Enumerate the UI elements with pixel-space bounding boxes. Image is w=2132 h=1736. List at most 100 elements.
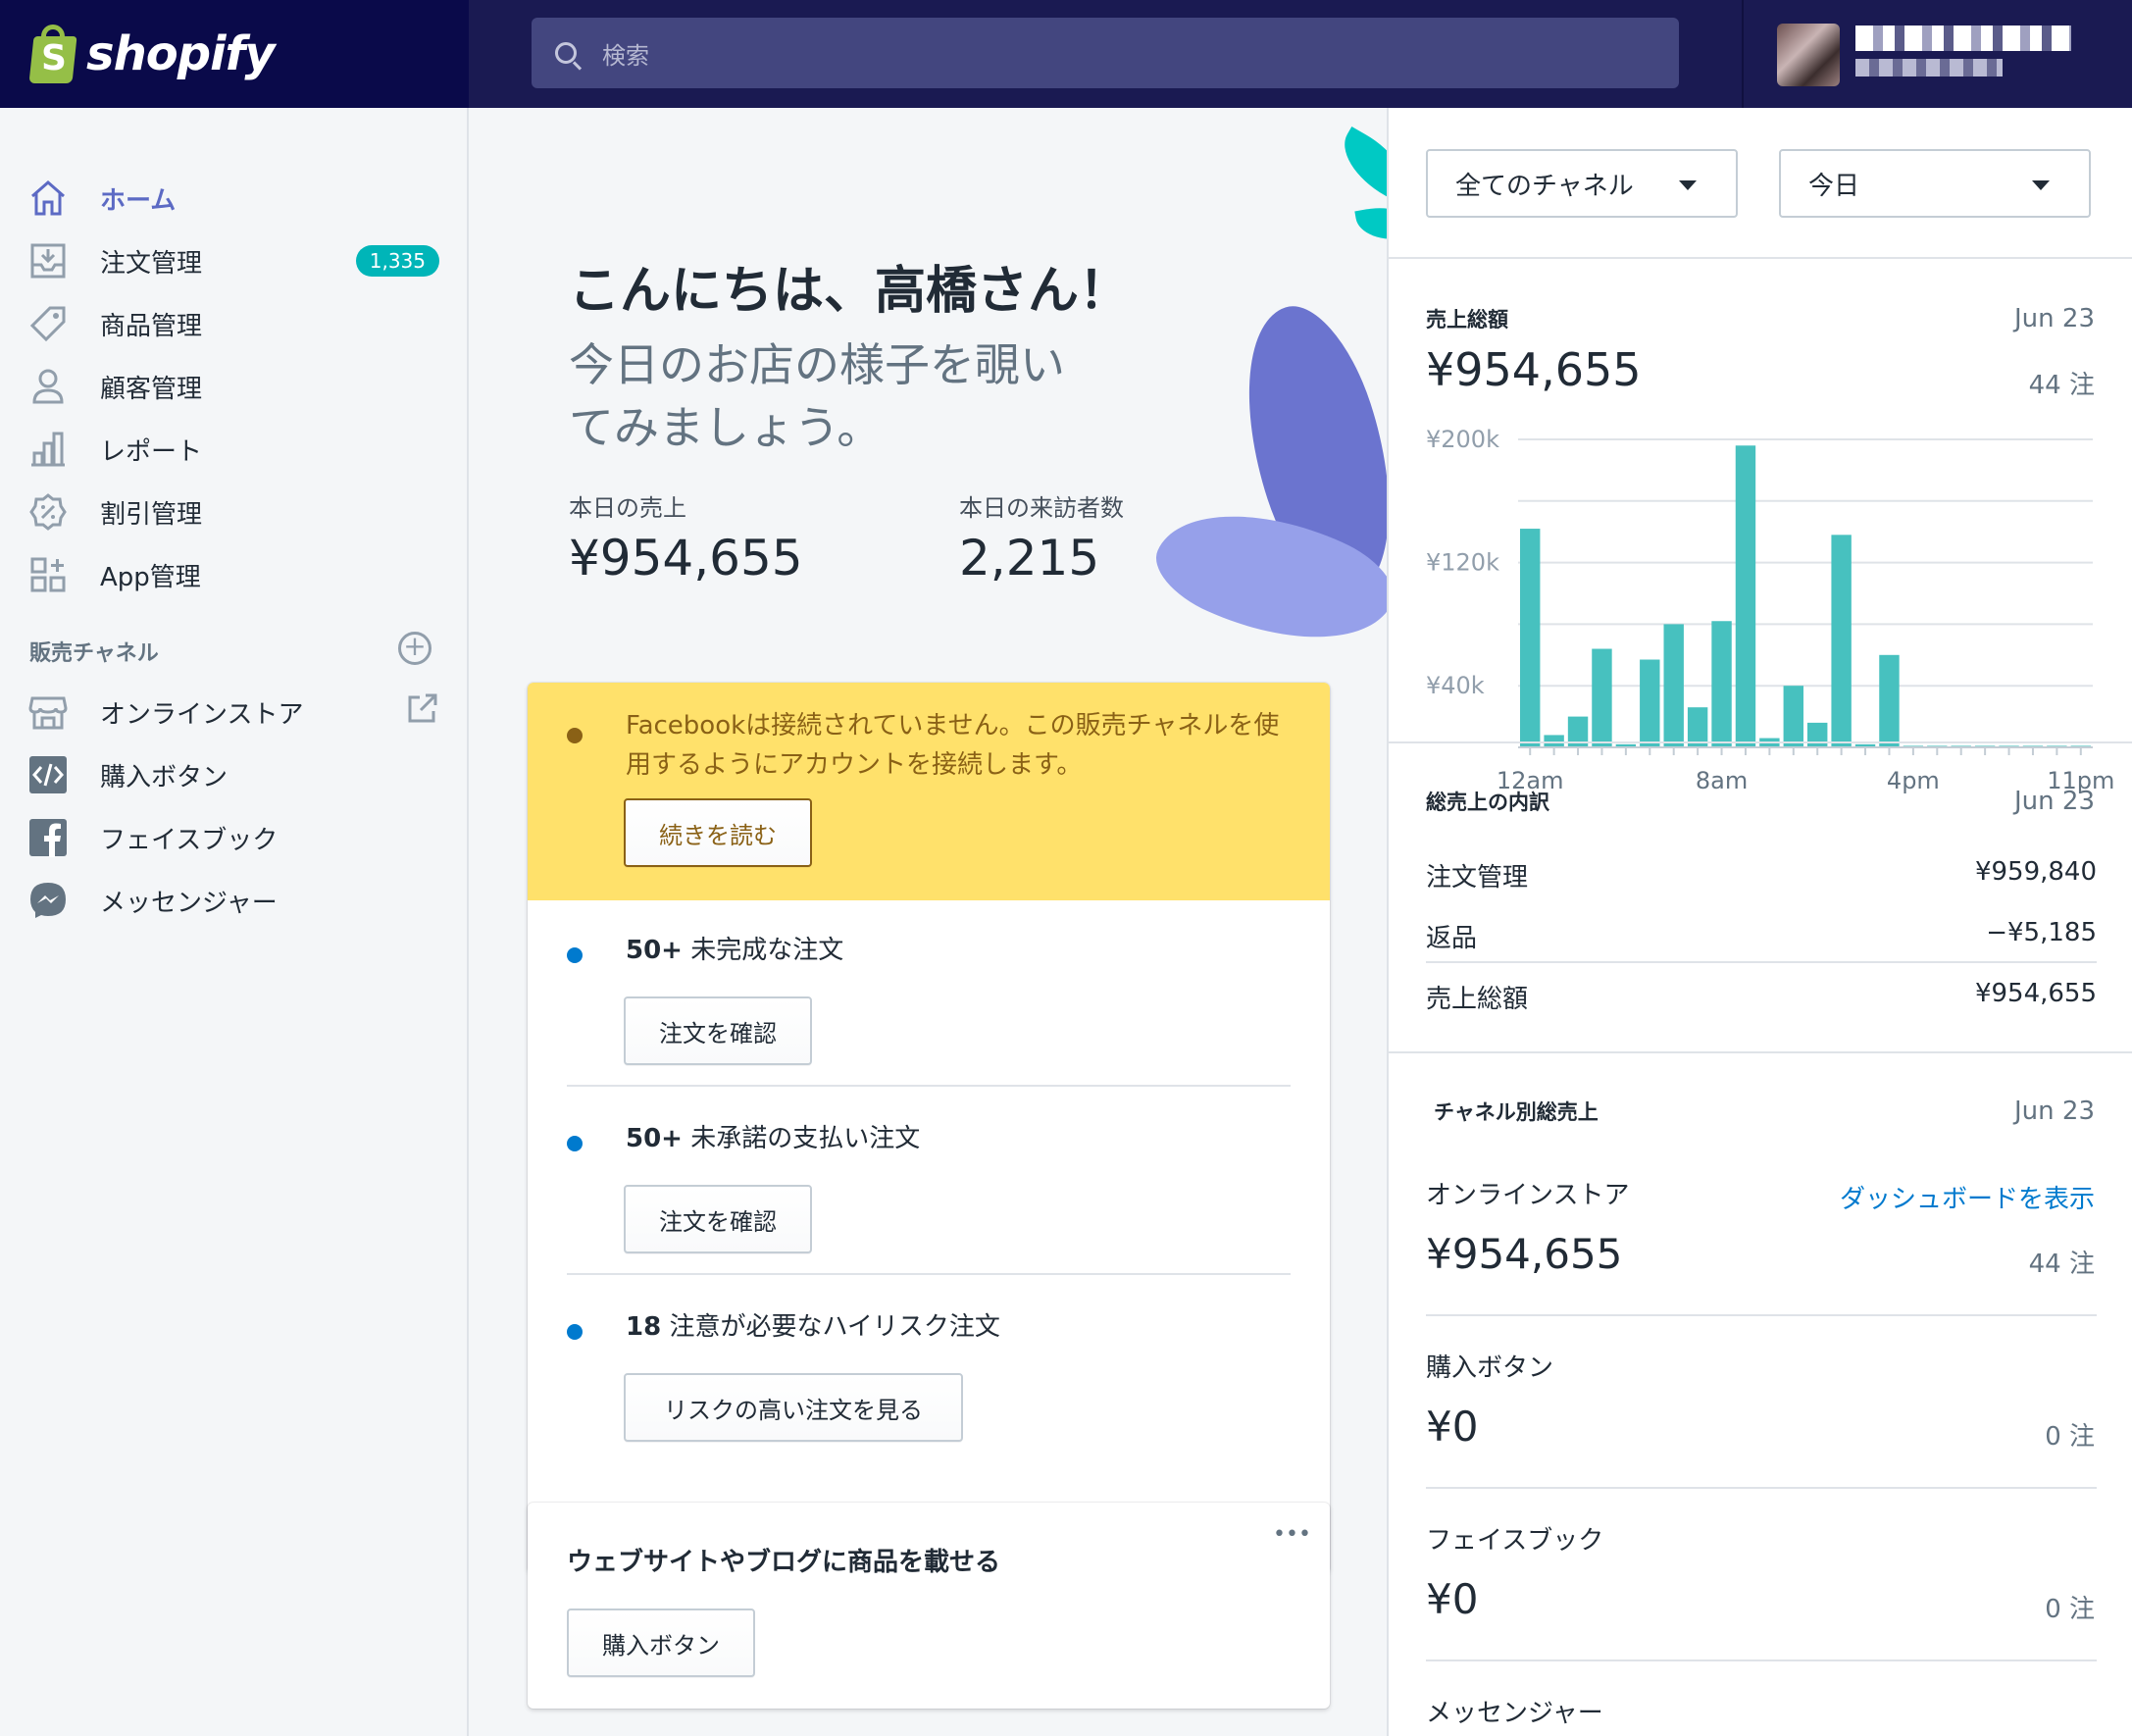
breakdown-label: 注文管理 [1426,863,1529,893]
chart-x-tick-label: 4pm [1887,767,1940,794]
task-label: 未完成な注文 [690,936,844,965]
sidebar-item-label: ホーム [100,185,177,216]
chart-y-tick-label: ¥40k [1426,672,1485,699]
sidebar-item-home[interactable]: ホーム [27,171,439,226]
code-icon [27,754,69,795]
chart-bar [1520,529,1541,747]
task-text-high-risk: 18 注意が必要なハイリスク注文 [626,1306,1000,1343]
search-input[interactable]: 検索 [532,18,1679,88]
sales-heading: 売上総額 [1426,308,1508,332]
breakdown-row: 売上総額 ¥954,655 [1426,979,2097,1015]
divider [567,1273,1291,1275]
orders-icon [27,240,69,281]
discount-icon [27,491,69,533]
apps-icon [27,554,69,595]
today-sales-label: 本日の売上 [569,494,686,522]
sales-channels-heading: 販売チャネル [29,641,159,666]
read-more-button[interactable]: 続きを読む [624,798,812,867]
channel-orders: 0 注 [2045,1595,2095,1624]
channel-value: ¥0 [1426,1403,1479,1451]
task-label: 未承諾の支払い注文 [690,1124,921,1153]
chart-bar [1711,621,1732,747]
task-text-incomplete: 50+ 未完成な注文 [626,930,843,966]
channel-name: 購入ボタン [1426,1353,1554,1383]
sidebar-item-label: フェイスブック [100,825,279,855]
review-payments-button[interactable]: 注文を確認 [624,1185,812,1253]
brand[interactable]: S shopify [0,0,469,108]
analytics-panel: 全てのチャネル 今日 売上総額 Jun 23 ¥954,655 44 注 ¥20… [1387,108,2132,1736]
sidebar-item-orders[interactable]: 注文管理 1,335 [27,233,439,288]
sidebar-item-label: メッセンジャー [100,888,278,918]
store-icon [27,691,69,733]
top-bar: S shopify 検索 [0,0,2132,108]
messenger-icon [27,880,69,921]
sidebar-item-products[interactable]: 商品管理 [27,296,439,351]
task-dot [567,1324,583,1340]
greeting-subtitle: 今日のお店の様子を覗いてみましょう。 [569,338,1065,454]
sidebar-item-discounts[interactable]: 割引管理 [27,485,439,539]
sidebar-item-label: レポート [100,436,203,467]
customer-icon [27,366,69,407]
sidebar: ホーム 注文管理 1,335 商品管理 顧客管理 レポート 割引管理 App管理… [0,108,469,1736]
divider [1742,0,1744,108]
date-select[interactable]: 今日 [1779,149,2091,218]
view-dashboard-link[interactable]: ダッシュボードを表示 [1840,1179,2095,1215]
external-link-icon[interactable] [406,691,439,733]
divider [1389,1051,2132,1053]
task-text-unpaid: 50+ 未承諾の支払い注文 [626,1118,920,1154]
review-orders-button[interactable]: 注文を確認 [624,996,812,1065]
greeting-title: こんにちは、高橋さん！ [569,262,1131,321]
sidebar-item-label: 割引管理 [100,499,203,530]
breakdown-value: ¥954,655 [1974,979,2097,1008]
sidebar-item-label: 顧客管理 [100,374,203,404]
sidebar-item-reports[interactable]: レポート [27,422,439,477]
sidebar-item-customers[interactable]: 顧客管理 [27,359,439,414]
divider [1389,257,2132,259]
divider [1426,1487,2097,1489]
orders-count-badge: 1,335 [355,245,439,277]
view-high-risk-button[interactable]: リスクの高い注文を見る [624,1373,963,1442]
add-channel-icon[interactable]: + [398,632,431,665]
sidebar-item-label: 購入ボタン [100,762,228,792]
chart-y-tick-label: ¥120k [1426,549,1499,577]
more-options-icon[interactable]: ••• [1273,1522,1311,1547]
chart-bar [1783,686,1803,747]
channel-name: オンラインストア [1426,1181,1630,1210]
sidebar-item-online-store[interactable]: オンラインストア [27,685,439,740]
divider [1426,1314,2097,1316]
breakdown-row: 注文管理 ¥959,840 [1426,857,2097,894]
sidebar-item-label: App管理 [100,562,201,592]
chart-bar [1663,624,1684,747]
avatar[interactable] [1777,24,1840,86]
chart-bar [1735,445,1756,747]
chart-bar [1592,648,1612,747]
buy-button-cta[interactable]: 購入ボタン [567,1608,755,1677]
chart-bar [1640,659,1660,747]
search-icon [555,42,577,64]
sales-chart: ¥200k¥120k¥40k 12am 8am 4pm 11pm [1426,426,2114,794]
user-name-redacted[interactable] [1855,26,2071,51]
sidebar-item-buy-button[interactable]: 購入ボタン [27,747,439,802]
breakdown-heading: 総売上の内訳 [1426,791,1549,814]
sidebar-item-apps[interactable]: App管理 [27,547,439,602]
task-label: 注意が必要なハイリスク注文 [669,1312,1000,1342]
sales-total: ¥954,655 [1426,343,1642,396]
breakdown-row: 返品 −¥5,185 [1426,918,2097,954]
sidebar-item-facebook[interactable]: フェイスブック [27,810,439,865]
sales-order-count: 44 注 [2028,371,2095,400]
chart-x-tick-label: 8am [1696,767,1748,794]
channel-select[interactable]: 全てのチャネル [1426,149,1738,218]
divider [1426,1659,2097,1661]
channel-name: フェイスブック [1426,1526,1604,1556]
task-count: 50+ [626,1124,683,1153]
facebook-icon [27,817,69,858]
channel-orders: 0 注 [2045,1422,2095,1452]
divider [1389,741,2132,743]
tag-icon [27,303,69,344]
channel-sales-heading: チャネル別総売上 [1434,1100,1599,1124]
task-count: 50+ [626,936,683,965]
task-count: 18 [626,1312,662,1342]
sidebar-item-messenger[interactable]: メッセンジャー [27,873,439,928]
buy-button-promo-card: ウェブサイトやブログに商品を載せる ••• 購入ボタン [528,1503,1330,1709]
divider [1426,961,2097,963]
